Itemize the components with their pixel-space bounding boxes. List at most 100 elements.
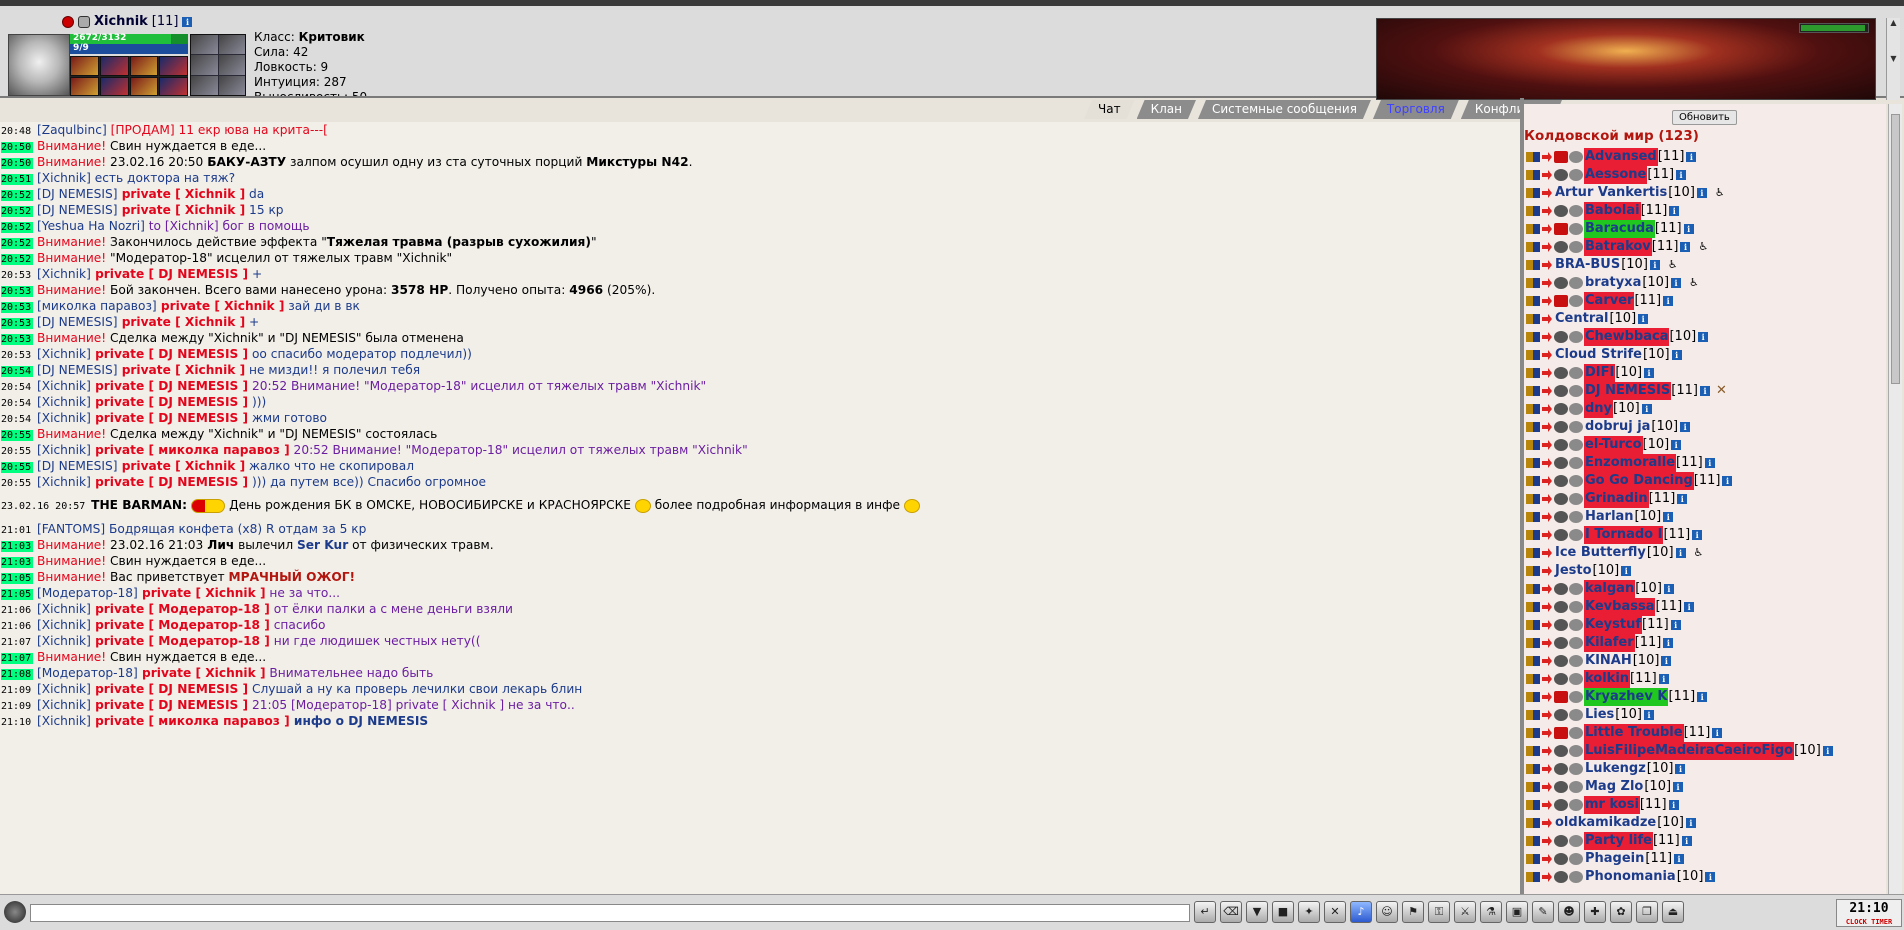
- arrow-icon[interactable]: [1542, 764, 1552, 774]
- arrow-icon[interactable]: [1542, 530, 1552, 540]
- equipment-slot[interactable]: [191, 55, 218, 75]
- user-name[interactable]: Cloud Strife: [1554, 346, 1643, 364]
- align-icon[interactable]: [1569, 439, 1583, 451]
- exit-icon[interactable]: ⏏: [1662, 901, 1684, 923]
- invite-icon[interactable]: ♿: [1668, 256, 1678, 274]
- chat-private-target[interactable]: private [ Xichnik ]: [157, 299, 285, 313]
- info-icon[interactable]: i: [1671, 350, 1682, 360]
- clan-icon[interactable]: [1554, 277, 1568, 289]
- private-message-icon[interactable]: [1526, 728, 1540, 738]
- user-name[interactable]: Kevbassa: [1584, 598, 1656, 616]
- clan-icon[interactable]: [1554, 655, 1568, 667]
- info-icon[interactable]: i: [1670, 620, 1681, 630]
- chat-timestamp[interactable]: 20:51: [1, 174, 34, 185]
- private-message-icon[interactable]: [1526, 656, 1540, 666]
- clan-icon[interactable]: [1554, 439, 1568, 451]
- info-icon[interactable]: i: [1661, 656, 1672, 666]
- user-name[interactable]: kolkin: [1584, 670, 1631, 688]
- clan-icon[interactable]: [1554, 421, 1568, 433]
- chat-private-target[interactable]: private [ Модератор-18 ]: [91, 634, 270, 648]
- sword-icon[interactable]: ⚔: [1454, 901, 1476, 923]
- inventory-slot[interactable]: [129, 76, 159, 96]
- info-icon[interactable]: i: [1621, 566, 1632, 576]
- header-scrollbar[interactable]: ▲ ▼: [1886, 18, 1900, 100]
- clan-icon[interactable]: [1554, 151, 1568, 163]
- private-message-icon[interactable]: [1526, 818, 1540, 828]
- align-icon[interactable]: [1569, 619, 1583, 631]
- private-message-icon[interactable]: [1526, 350, 1540, 360]
- private-message-icon[interactable]: [1526, 674, 1540, 684]
- align-icon[interactable]: [1569, 169, 1583, 181]
- private-message-icon[interactable]: [1526, 782, 1540, 792]
- chat-nick[interactable]: [Yeshua Ha Nozri]: [37, 219, 145, 233]
- user-name[interactable]: el-Turco: [1584, 436, 1643, 454]
- lock-icon[interactable]: ⚿: [1428, 901, 1450, 923]
- chat-nick[interactable]: [Xichnik]: [37, 171, 91, 185]
- chat-nick[interactable]: [Xichnik]: [37, 714, 91, 728]
- chat-private-target[interactable]: private [ Xichnik ]: [117, 315, 246, 329]
- info-icon[interactable]: i: [1638, 314, 1649, 324]
- user-name[interactable]: DJ NEMESIS: [1584, 382, 1672, 400]
- clan-icon[interactable]: [1554, 727, 1568, 739]
- clan-icon[interactable]: [1554, 637, 1568, 649]
- chat-private-target[interactable]: private [ Xichnik ]: [138, 666, 266, 680]
- user-name[interactable]: oldkamikadze: [1554, 814, 1657, 832]
- chat-private-target[interactable]: private [ DJ NEMESIS ]: [91, 475, 248, 489]
- clan-icon[interactable]: [1554, 763, 1568, 775]
- chat-nick[interactable]: [DJ NEMESIS]: [37, 459, 117, 473]
- equipment-slot[interactable]: [218, 75, 245, 95]
- user-name[interactable]: Batrakov: [1584, 238, 1652, 256]
- user-name[interactable]: Kilafer: [1584, 634, 1635, 652]
- user-name[interactable]: Carver: [1584, 292, 1635, 310]
- user-name[interactable]: KINAH: [1584, 652, 1633, 670]
- arrow-icon[interactable]: [1542, 224, 1552, 234]
- clan-icon[interactable]: [1554, 673, 1568, 685]
- chat-timestamp[interactable]: 21:03: [1, 557, 34, 568]
- inventory-slot[interactable]: [70, 76, 99, 96]
- chat-timestamp[interactable]: 20:52: [1, 206, 34, 217]
- chat-input[interactable]: [30, 904, 1190, 922]
- arrow-icon[interactable]: [1542, 746, 1552, 756]
- user-name[interactable]: Mag Zlo: [1584, 778, 1644, 796]
- align-icon[interactable]: [1569, 385, 1583, 397]
- chat-private-target[interactable]: private [ миколка паравоз ]: [91, 714, 290, 728]
- scroll-icon[interactable]: ✎: [1532, 901, 1554, 923]
- private-message-icon[interactable]: [1526, 512, 1540, 522]
- user-name[interactable]: Advansed: [1584, 148, 1658, 166]
- clan-icon[interactable]: [1554, 331, 1568, 343]
- user-name[interactable]: Grinadin: [1584, 490, 1649, 508]
- arrow-icon[interactable]: [1542, 314, 1552, 324]
- user-name[interactable]: Baracuda: [1584, 220, 1655, 238]
- clan-icon[interactable]: [1554, 205, 1568, 217]
- clan-icon[interactable]: [1554, 709, 1568, 721]
- chat-private-target[interactable]: private [ DJ NEMESIS ]: [91, 698, 248, 712]
- slash-icon[interactable]: ✕: [1324, 901, 1346, 923]
- align-icon[interactable]: [1569, 727, 1583, 739]
- private-message-icon[interactable]: [1526, 224, 1540, 234]
- chat-timestamp[interactable]: 20:53: [1, 270, 33, 281]
- arrow-icon[interactable]: [1542, 152, 1552, 162]
- chat-timestamp[interactable]: 20:52: [1, 238, 34, 249]
- info-icon[interactable]: i: [1675, 764, 1686, 774]
- private-message-icon[interactable]: [1526, 458, 1540, 468]
- clock-timer[interactable]: 21:10 CLOCK TIMER: [1836, 899, 1902, 927]
- info-icon[interactable]: i: [1671, 440, 1682, 450]
- arrow-icon[interactable]: [1542, 440, 1552, 450]
- user-name[interactable]: bratyxa: [1584, 274, 1642, 292]
- align-icon[interactable]: [1569, 637, 1583, 649]
- private-message-icon[interactable]: [1526, 746, 1540, 756]
- info-icon[interactable]: i: [1704, 458, 1715, 468]
- align-icon[interactable]: [1569, 745, 1583, 757]
- send-icon[interactable]: ↵: [1194, 901, 1216, 923]
- align-icon[interactable]: [1569, 781, 1583, 793]
- chat-nick[interactable]: [Xichnik]: [37, 443, 91, 457]
- clan-icon[interactable]: [1554, 511, 1568, 523]
- chat-private-target[interactable]: private [ Модератор-18 ]: [91, 602, 270, 616]
- private-message-icon[interactable]: [1526, 242, 1540, 252]
- chat-private-target[interactable]: private [ DJ NEMESIS ]: [91, 347, 248, 361]
- align-icon[interactable]: [1569, 493, 1583, 505]
- info-icon[interactable]: i: [1686, 152, 1697, 162]
- bottle-icon[interactable]: ⚗: [1480, 901, 1502, 923]
- chat-timestamp[interactable]: 20:50: [1, 158, 34, 169]
- invite-icon[interactable]: ♿: [1689, 274, 1699, 292]
